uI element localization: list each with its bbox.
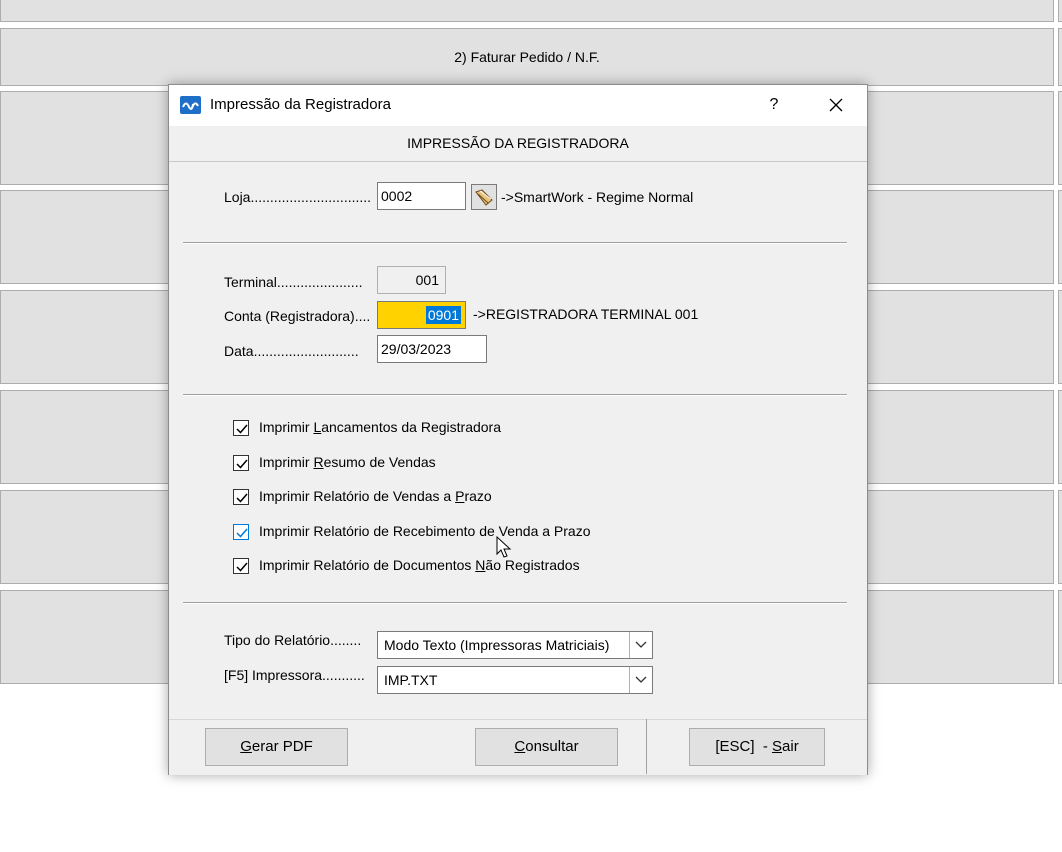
loja-field[interactable]: 0002 — [377, 182, 466, 210]
checkbox-label: Imprimir Resumo de Vendas — [259, 454, 436, 470]
loja-description: ->SmartWork - Regime Normal — [501, 189, 694, 205]
chevron-down-icon — [635, 676, 647, 683]
checkbox-label: Imprimir Relatório de Documentos Não Reg… — [259, 557, 580, 573]
tipo-relatorio-select[interactable]: Modo Texto (Impressoras Matriciais) — [377, 631, 653, 659]
conta-description: ->REGISTRADORA TERMINAL 001 — [473, 306, 699, 322]
menu-button-right-edge[interactable] — [1058, 390, 1062, 484]
dialog-heading: IMPRESSÃO DA REGISTRADORA — [407, 135, 629, 151]
dropdown-button[interactable] — [629, 667, 652, 693]
impressora-value: IMP.TXT — [384, 672, 438, 688]
checkmark-icon — [236, 424, 248, 434]
menu-button-right-edge[interactable] — [1058, 0, 1062, 22]
menu-button-label: 2) Faturar Pedido / N.F. — [454, 49, 600, 65]
menu-button-right-edge[interactable] — [1058, 490, 1062, 584]
menu-button-right-edge[interactable] — [1058, 590, 1062, 684]
tipo-relatorio-value: Modo Texto (Impressoras Matriciais) — [384, 637, 610, 653]
mouse-cursor-icon — [496, 536, 512, 558]
terminal-field: 001 — [377, 266, 446, 294]
checkmark-icon — [236, 459, 248, 469]
print-dialog: Impressão da Registradora ? IMPRESSÃO DA… — [168, 84, 868, 775]
dropdown-button[interactable] — [629, 632, 652, 658]
menu-button-right-edge[interactable] — [1058, 190, 1062, 284]
checkbox-label: Imprimir Relatório de Vendas a Prazo — [259, 488, 492, 504]
checkbox-label: Imprimir Lancamentos da Registradora — [259, 419, 502, 435]
window-title: Impressão da Registradora — [210, 96, 391, 113]
help-button[interactable]: ? — [759, 91, 789, 119]
conta-label: Conta (Registradora).... — [224, 308, 371, 324]
checkmark-icon — [236, 493, 248, 503]
menu-button-right-edge[interactable] — [1058, 290, 1062, 384]
app-logo-icon — [180, 96, 201, 114]
footer-divider — [646, 719, 647, 774]
checkbox-box[interactable] — [233, 524, 249, 540]
menu-button-faturar-pedido[interactable]: 2) Faturar Pedido / N.F. — [0, 28, 1054, 86]
close-button[interactable] — [821, 91, 851, 119]
close-icon — [829, 98, 843, 112]
checkbox-label: Imprimir Relatório de Recebimento de Ven… — [259, 523, 591, 539]
gerar-pdf-button[interactable]: Gerar PDF — [205, 728, 348, 766]
section-divider — [183, 394, 847, 396]
checkmark-icon — [236, 528, 248, 538]
conta-field[interactable]: 0901 — [377, 301, 466, 329]
terminal-label: Terminal...................... — [224, 274, 363, 290]
conta-selected-text: 0901 — [425, 306, 461, 324]
checkbox-box[interactable] — [233, 489, 249, 505]
checkbox-box[interactable] — [233, 558, 249, 574]
menu-button-top[interactable] — [0, 0, 1054, 22]
loja-lookup-button[interactable] — [471, 184, 497, 210]
impressora-select[interactable]: IMP.TXT — [377, 666, 653, 694]
menu-button-right-edge[interactable] — [1058, 91, 1062, 185]
data-field[interactable]: 29/03/2023 — [377, 335, 487, 363]
section-divider — [183, 242, 847, 244]
data-label: Data........................... — [224, 343, 359, 359]
checkbox-box[interactable] — [233, 420, 249, 436]
impressora-label: [F5] Impressora........... — [224, 667, 365, 683]
checkmark-icon — [236, 562, 248, 572]
sair-button[interactable]: [ESC] - Sair — [689, 728, 825, 766]
checkbox-box[interactable] — [233, 455, 249, 471]
heading-divider — [169, 161, 867, 162]
menu-button-right-edge[interactable] — [1058, 28, 1062, 86]
chevron-down-icon — [635, 641, 647, 648]
folder-search-icon — [475, 189, 493, 206]
loja-label: Loja............................... — [224, 189, 372, 205]
tipo-relatorio-label: Tipo do Relatório........ — [224, 632, 362, 648]
consultar-button[interactable]: Consultar — [475, 728, 618, 766]
section-divider — [183, 602, 847, 604]
title-bar[interactable]: Impressão da Registradora ? — [169, 85, 867, 126]
